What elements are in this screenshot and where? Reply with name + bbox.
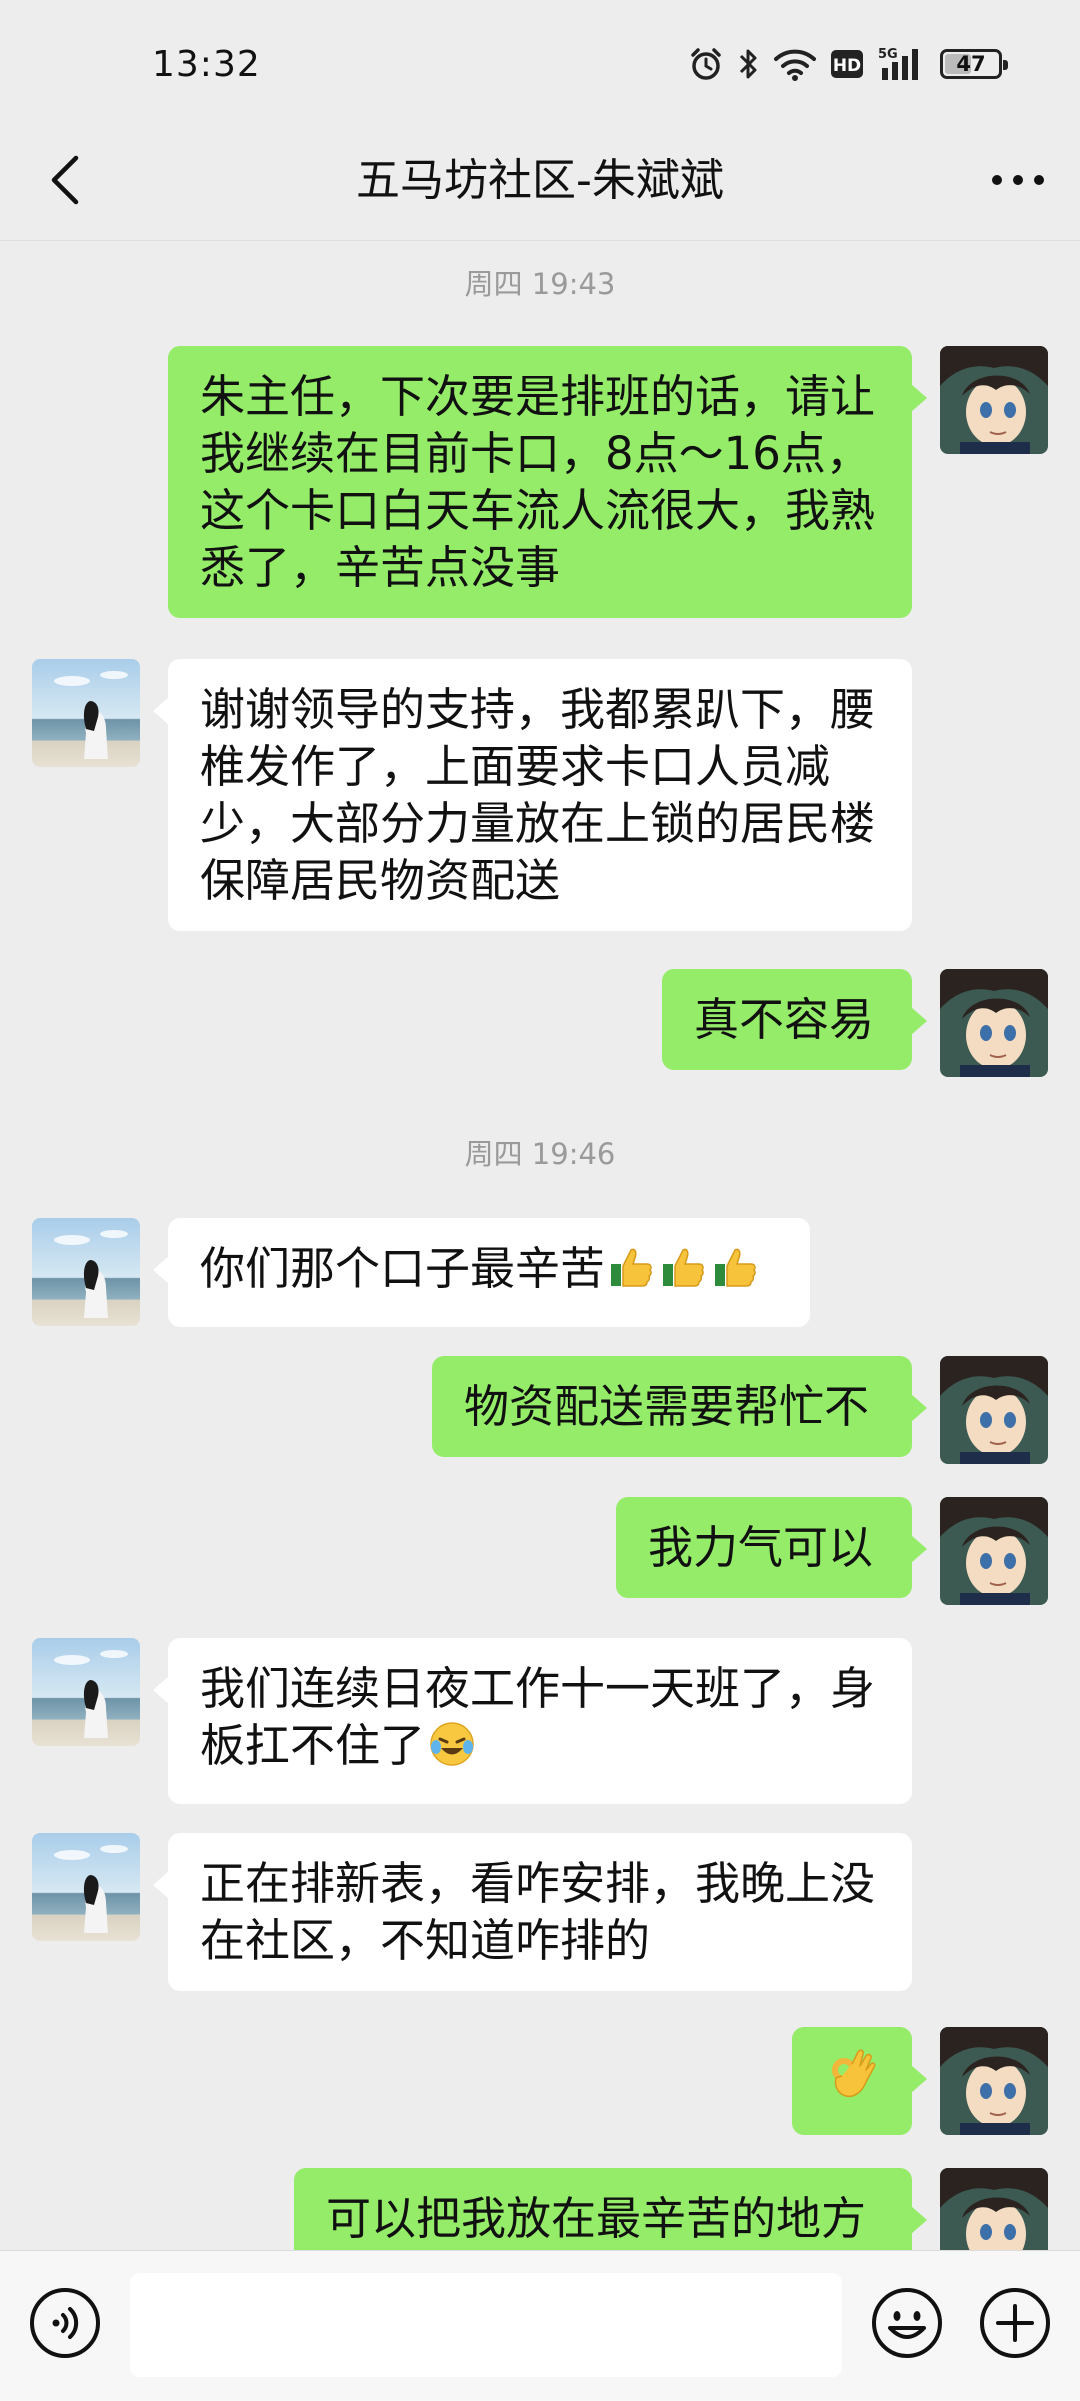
emoji-button[interactable] <box>870 2286 944 2360</box>
battery-level: 47 <box>956 52 986 76</box>
input-bar <box>0 2250 1080 2401</box>
message-bubble-self[interactable] <box>792 2027 927 2135</box>
avatar-self[interactable] <box>940 346 1048 454</box>
crying-laughing-icon <box>427 1719 477 1782</box>
battery-icon: 47 <box>940 49 1008 79</box>
message-bubble-contact[interactable]: 正在排新表，看咋安排，我晚上没在社区，不知道咋排的 <box>153 1833 912 1991</box>
chat-title: 五马坊社区-朱斌斌 <box>356 155 724 206</box>
avatar-self[interactable] <box>940 1356 1048 1464</box>
svg-text:5G: 5G <box>878 47 898 62</box>
wifi-icon <box>774 47 816 81</box>
hd-icon: HD <box>830 49 864 79</box>
avatar-contact[interactable] <box>32 659 140 767</box>
message-bubble-contact[interactable]: 你们那个口子最辛苦 <box>153 1218 810 1327</box>
message-bubble-contact[interactable]: 我们连续日夜工作十一天班了，身板扛不住了 <box>153 1638 912 1804</box>
message-text: 正在排新表，看咋安排，我晚上没在社区，不知道咋排的 <box>200 1857 876 1967</box>
thumbs-up-icon <box>607 1242 657 1305</box>
status-time: 13:32 <box>152 44 261 85</box>
alarm-icon <box>688 46 724 82</box>
message-text: 朱主任，下次要是排班的话，请让我继续在目前卡口，8点～16点，这个卡口白天车流人… <box>200 370 876 594</box>
message-text: 真不容易 <box>694 993 875 1046</box>
message-text: 我力气可以 <box>648 1521 874 1574</box>
message-text: 你们那个口子最辛苦 <box>200 1242 606 1295</box>
voice-button[interactable] <box>28 2286 102 2360</box>
message-bubble-self[interactable]: 真不容易 <box>662 969 927 1070</box>
ok-hand-icon <box>826 2048 878 2115</box>
avatar-self[interactable] <box>940 1497 1048 1605</box>
signal-5g-icon: 5G <box>878 46 926 82</box>
plus-icon <box>980 2288 1050 2358</box>
status-bar: 13:32 HD 5G 47 <box>0 0 1080 140</box>
emoji-icon <box>872 2288 942 2358</box>
timestamp: 周四 19:43 <box>464 267 616 301</box>
bluetooth-icon <box>738 46 760 82</box>
timestamp: 周四 19:46 <box>464 1137 616 1171</box>
more-button[interactable] <box>980 142 1056 218</box>
avatar-contact[interactable] <box>32 1218 140 1326</box>
message-bubble-contact[interactable]: 谢谢领导的支持，我都累趴下，腰椎发作了，上面要求卡口人员减少，大部分力量放在上锁… <box>153 659 912 931</box>
chat-header: 五马坊社区-朱斌斌 <box>0 120 1080 241</box>
status-icons: HD 5G 47 <box>688 46 1008 82</box>
message-text: 物资配送需要帮忙不 <box>464 1380 870 1433</box>
avatar-self[interactable] <box>940 2027 1048 2135</box>
more-horizontal-icon <box>992 175 1044 185</box>
message-text: 可以把我放在最辛苦的地方 <box>326 2192 867 2245</box>
message-list[interactable]: 周四 19:43 朱主任，下次要是排班的话，请让我继续在目前卡口，8点～16点，… <box>0 241 1080 2250</box>
message-text: 谢谢领导的支持，我都累趴下，腰椎发作了，上面要求卡口人员减少，大部分力量放在上锁… <box>200 683 876 907</box>
message-bubble-self[interactable]: 可以把我放在最辛苦的地方 <box>294 2168 927 2250</box>
avatar-contact[interactable] <box>32 1638 140 1746</box>
message-bubble-self[interactable]: 我力气可以 <box>616 1497 927 1598</box>
message-input[interactable] <box>130 2273 842 2377</box>
thumbs-up-icon <box>711 1242 761 1305</box>
message-bubble-self[interactable]: 朱主任，下次要是排班的话，请让我继续在目前卡口，8点～16点，这个卡口白天车流人… <box>168 346 927 618</box>
avatar-contact[interactable] <box>32 1833 140 1941</box>
avatar-self[interactable] <box>940 2168 1048 2250</box>
thumbs-up-icon <box>659 1242 709 1305</box>
more-functions-button[interactable] <box>978 2286 1052 2360</box>
message-text: 我们连续日夜工作十一天班了，身板扛不住了 <box>200 1662 876 1772</box>
avatar-self[interactable] <box>940 969 1048 1077</box>
svg-text:HD: HD <box>833 56 861 76</box>
message-bubble-self[interactable]: 物资配送需要帮忙不 <box>432 1356 927 1457</box>
voice-icon <box>30 2288 100 2358</box>
